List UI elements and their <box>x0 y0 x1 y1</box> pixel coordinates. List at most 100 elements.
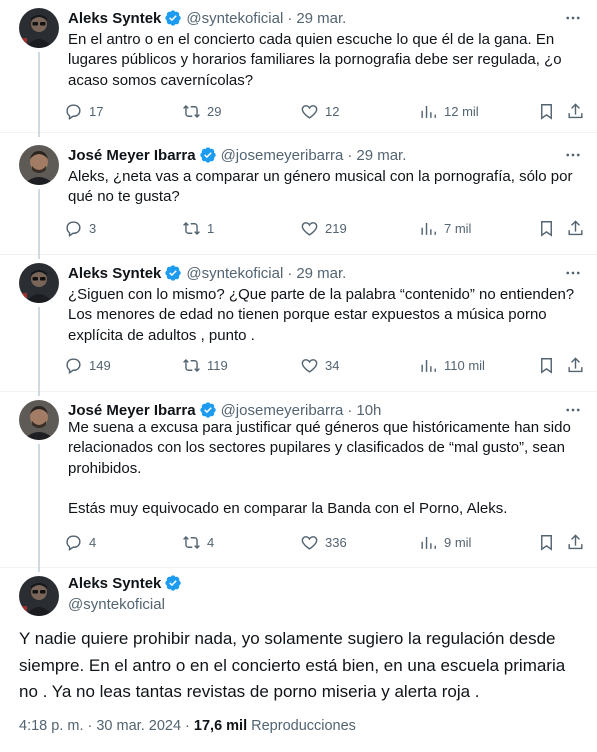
views-chart-icon <box>421 359 436 372</box>
retweet-button[interactable]: 29 <box>182 100 221 122</box>
tweet-header: Aleks Syntek @syntekoficial · 29 mar. <box>68 263 346 283</box>
bookmark-button[interactable] <box>537 100 556 122</box>
reply-button[interactable]: 17 <box>64 100 103 122</box>
tweet-header: Aleks Syntek @syntekoficial · 29 mar. <box>68 8 346 28</box>
tweet-4[interactable]: José Meyer Ibarra @josemeyeribarra · 10h… <box>0 392 597 572</box>
reply-button[interactable]: 149 <box>64 354 111 376</box>
retweet-icon <box>183 535 200 549</box>
author-handle[interactable]: @josemeyeribarra <box>221 147 344 164</box>
separator-dot: · <box>287 9 293 27</box>
like-button[interactable]: 336 <box>300 531 347 553</box>
avatar-jose[interactable] <box>19 400 59 440</box>
retweet-button[interactable]: 119 <box>182 354 228 376</box>
bookmark-button[interactable] <box>537 217 556 239</box>
tweet-time[interactable]: 29 mar. <box>296 10 346 27</box>
share-icon <box>568 356 583 372</box>
tweet-text: Aleks, ¿neta vas a comparar un género mu… <box>68 168 573 206</box>
author-handle[interactable]: @syntekoficial <box>186 265 283 282</box>
more-dots-icon[interactable] <box>563 400 583 420</box>
reply-icon <box>66 357 81 374</box>
views-button[interactable]: 110 mil <box>419 354 485 376</box>
share-button[interactable] <box>566 531 585 553</box>
tweet-text: En el antro o en el concierto cada quien… <box>68 31 562 89</box>
bookmark-button[interactable] <box>537 354 556 376</box>
avatar-aleks[interactable] <box>19 8 59 48</box>
like-button[interactable]: 34 <box>300 354 339 376</box>
author-name[interactable]: José Meyer Ibarra <box>68 402 196 419</box>
retweet-button[interactable]: 1 <box>182 217 214 239</box>
tweet-time[interactable]: 29 mar. <box>356 147 406 164</box>
views-count: 110 mil <box>444 357 485 373</box>
like-count: 12 <box>325 103 340 119</box>
verified-badge-icon <box>165 265 182 281</box>
tweet-1[interactable]: Aleks Syntek @syntekoficial · 29 mar. En… <box>0 0 597 137</box>
share-button[interactable] <box>566 100 585 122</box>
tweet-time[interactable]: 29 mar. <box>296 265 346 282</box>
retweet-button[interactable]: 4 <box>182 531 214 553</box>
retweet-count: 29 <box>207 103 222 119</box>
share-button[interactable] <box>566 217 585 239</box>
views-button[interactable]: 7 mil <box>419 217 471 239</box>
tweet-actions: 3 1 219 7 mil <box>64 217 589 239</box>
tweet-actions: 149 119 34 110 mil <box>64 354 589 376</box>
retweet-icon <box>183 358 200 372</box>
reply-button[interactable]: 3 <box>64 217 96 239</box>
author-name[interactable]: José Meyer Ibarra <box>68 147 196 164</box>
bookmark-icon <box>541 534 552 551</box>
tweet-actions: 17 29 12 12 mil <box>64 100 589 122</box>
views-label: Reproducciones <box>247 718 356 734</box>
tweet-time[interactable]: 10h <box>356 402 381 419</box>
avatar-jose[interactable] <box>19 145 59 185</box>
author-handle[interactable]: @syntekoficial <box>68 596 165 613</box>
like-count: 34 <box>325 357 340 373</box>
views-button[interactable]: 9 mil <box>419 531 471 553</box>
main-tweet-text: Y nadie quiere prohibir nada, yo solamen… <box>19 629 566 701</box>
share-icon <box>568 219 583 235</box>
share-button[interactable] <box>566 354 585 376</box>
views-button[interactable]: 12 mil <box>419 100 479 122</box>
author-name[interactable]: Aleks Syntek <box>68 575 161 592</box>
reply-icon <box>66 103 81 120</box>
author-name[interactable]: Aleks Syntek <box>68 265 161 282</box>
verified-badge-icon <box>199 402 216 418</box>
tweet-text: ¿Siguen con lo mismo? ¿Que parte de la p… <box>68 286 575 344</box>
tweet-header: José Meyer Ibarra @josemeyeribarra · 10h <box>68 400 381 420</box>
author-handle[interactable]: @syntekoficial <box>186 10 283 27</box>
views-chart-icon <box>421 536 436 549</box>
like-button[interactable]: 219 <box>300 217 347 239</box>
bookmark-icon <box>541 220 552 237</box>
retweet-count: 119 <box>207 357 228 373</box>
reply-count: 17 <box>89 103 104 119</box>
share-icon <box>568 102 583 118</box>
views-chart-icon <box>421 105 436 118</box>
verified-badge-icon <box>165 575 182 591</box>
avatar-aleks[interactable] <box>19 576 59 616</box>
tweet-2[interactable]: José Meyer Ibarra @josemeyeribarra · 29 … <box>0 137 597 259</box>
separator-dot: · <box>347 401 353 419</box>
bookmark-button[interactable] <box>537 531 556 553</box>
thread-line <box>38 189 40 259</box>
retweet-count: 4 <box>207 534 215 550</box>
avatar-aleks[interactable] <box>19 263 59 303</box>
views-total[interactable]: 17,6 mil <box>194 718 247 734</box>
bookmark-icon <box>541 357 552 374</box>
reply-button[interactable]: 4 <box>64 531 96 553</box>
heart-icon <box>301 104 318 119</box>
reply-count: 149 <box>89 357 111 373</box>
retweet-icon <box>183 104 200 118</box>
tweet-meta: 4:18 p. m. · 30 mar. 2024 · 17,6 mil Rep… <box>19 718 356 734</box>
reply-count: 4 <box>89 534 97 550</box>
tweet-text: Me suena a excusa para justificar qué gé… <box>68 419 571 518</box>
heart-icon <box>301 221 318 236</box>
more-dots-icon[interactable] <box>563 263 583 283</box>
bookmark-icon <box>541 103 552 120</box>
more-dots-icon[interactable] <box>563 8 583 28</box>
author-handle[interactable]: @josemeyeribarra <box>221 402 344 419</box>
like-button[interactable]: 12 <box>300 100 339 122</box>
thread-line <box>38 307 40 396</box>
author-name[interactable]: Aleks Syntek <box>68 10 161 27</box>
tweet-timestamp[interactable]: 4:18 p. m. · 30 mar. 2024 · <box>19 718 194 734</box>
tweet-3[interactable]: Aleks Syntek @syntekoficial · 29 mar. ¿S… <box>0 255 597 396</box>
tweet-actions: 4 4 336 9 mil <box>64 531 589 553</box>
more-dots-icon[interactable] <box>563 145 583 165</box>
